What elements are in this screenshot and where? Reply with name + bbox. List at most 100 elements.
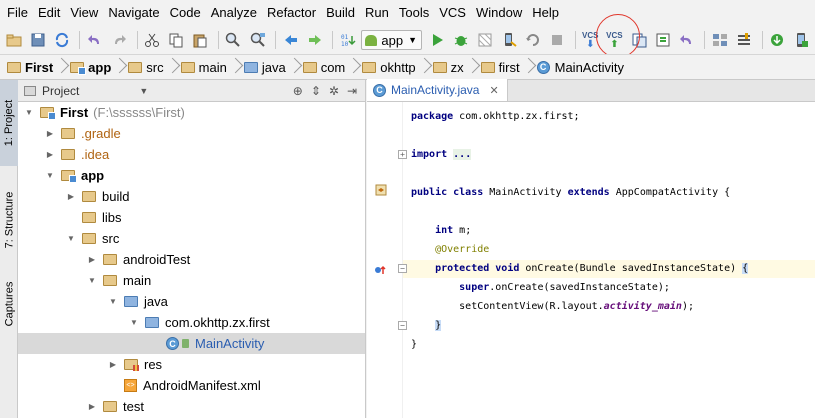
chevron-right-icon[interactable]: ▶ — [45, 129, 55, 139]
collapse-fold-icon[interactable]: − — [398, 321, 407, 330]
cut-icon[interactable] — [142, 29, 163, 51]
sdk-manager-icon[interactable] — [767, 29, 788, 51]
copy-icon[interactable] — [166, 29, 187, 51]
revert-icon[interactable] — [676, 29, 697, 51]
tree-item-build[interactable]: ▶ build — [18, 186, 365, 207]
tree-item-src[interactable]: ▼ src — [18, 228, 365, 249]
tree-item-label: First — [60, 105, 89, 120]
chevron-down-icon[interactable]: ▼ — [66, 234, 76, 244]
chevron-down-icon[interactable]: ▼ — [108, 297, 118, 307]
menu-run[interactable]: Run — [360, 0, 394, 26]
hide-icon[interactable]: ⇥ — [347, 84, 357, 98]
rerun-icon[interactable] — [523, 29, 544, 51]
back-icon[interactable] — [280, 29, 301, 51]
run-config-selector[interactable]: app ▼ — [361, 30, 423, 50]
breadcrumb-item-first[interactable]: First — [4, 57, 56, 77]
code-token: { — [742, 263, 749, 274]
history-icon[interactable] — [652, 29, 673, 51]
chevron-right-icon[interactable]: ▶ — [108, 360, 118, 370]
debug-icon[interactable] — [450, 29, 471, 51]
save-all-icon[interactable] — [27, 29, 48, 51]
forward-icon[interactable] — [304, 29, 325, 51]
locate-icon[interactable]: ⊕ — [293, 84, 303, 98]
menu-bar: File Edit View Navigate Code Analyze Refactor B… — [0, 0, 815, 26]
menu-edit[interactable]: Edit — [33, 0, 65, 26]
tab-structure[interactable]: 7: Structure — [0, 172, 18, 268]
expand-fold-icon[interactable]: + — [398, 150, 407, 159]
chevron-down-icon[interactable]: ▼ — [139, 86, 148, 96]
chevron-right-icon[interactable]: ▶ — [87, 402, 97, 412]
breadcrumb-item-first[interactable]: first — [478, 57, 523, 77]
tree-item-test[interactable]: ▶ test — [18, 396, 365, 417]
replace-icon[interactable] — [247, 29, 268, 51]
settings-icon[interactable] — [733, 29, 754, 51]
breadcrumb-item-app[interactable]: app — [67, 57, 114, 77]
breadcrumb-item-com[interactable]: com — [300, 57, 349, 77]
breadcrumb-label: com — [320, 59, 346, 75]
tree-item-res[interactable]: ▶ res — [18, 354, 365, 375]
menu-navigate[interactable]: Navigate — [103, 0, 164, 26]
menu-code[interactable]: Code — [165, 0, 206, 26]
breadcrumb-item-zx[interactable]: zx — [430, 57, 467, 77]
project-structure-icon[interactable] — [709, 29, 730, 51]
tab-project[interactable]: 1: Project — [0, 80, 18, 166]
tree-item-libs[interactable]: libs — [18, 207, 365, 228]
sync-icon[interactable] — [51, 29, 72, 51]
tree-item-app[interactable]: ▼ app — [18, 165, 365, 186]
menu-help[interactable]: Help — [527, 0, 564, 26]
menu-view[interactable]: View — [65, 0, 103, 26]
code-line: setContentView(R.layout.activity_main); — [411, 298, 694, 316]
tree-item-androidmanifest-xml[interactable]: <> AndroidManifest.xml — [18, 375, 365, 396]
tree-item--idea[interactable]: ▶ .idea — [18, 144, 365, 165]
chevron-down-icon[interactable]: ▼ — [45, 171, 55, 181]
paste-icon[interactable] — [190, 29, 211, 51]
breadcrumb-item-src[interactable]: src — [125, 57, 166, 77]
breadcrumb-item-java[interactable]: java — [241, 57, 289, 77]
find-icon[interactable] — [223, 29, 244, 51]
code-token: .onCreate(savedInstanceState); — [489, 282, 670, 293]
close-icon[interactable]: ✕ — [489, 84, 498, 97]
stop-icon[interactable] — [547, 29, 568, 51]
avd-manager-icon[interactable] — [791, 29, 812, 51]
menu-tools[interactable]: Tools — [394, 0, 434, 26]
collapse-all-icon[interactable]: ⇕ — [311, 84, 321, 98]
tree-item-first[interactable]: ▼ First (F:\ssssss\First) — [18, 102, 365, 123]
editor-tab-mainactivity[interactable]: C MainActivity.java ✕ — [367, 79, 508, 101]
make-project-icon[interactable]: 01 10 — [337, 29, 358, 51]
breadcrumb-item-mainactivity[interactable]: C MainActivity — [534, 57, 627, 77]
tab-captures[interactable]: Captures — [0, 272, 18, 336]
breadcrumb-item-okhttp[interactable]: okhttp — [359, 57, 418, 77]
open-folder-icon[interactable] — [3, 29, 24, 51]
toolbar-separator — [332, 31, 334, 49]
tree-item-com-okhttp-zx-first[interactable]: ▼ com.okhttp.zx.first — [18, 312, 365, 333]
chevron-down-icon[interactable]: ▼ — [24, 108, 34, 118]
tree-item-java[interactable]: ▼ java — [18, 291, 365, 312]
chevron-down-icon[interactable]: ▼ — [129, 318, 139, 328]
chevron-right-icon[interactable]: ▶ — [87, 255, 97, 265]
tree-item--gradle[interactable]: ▶ .gradle — [18, 123, 365, 144]
menu-analyze[interactable]: Analyze — [206, 0, 262, 26]
menu-file[interactable]: File — [2, 0, 33, 26]
run-icon[interactable] — [426, 29, 447, 51]
chevron-right-icon[interactable]: ▶ — [45, 150, 55, 160]
collapse-fold-icon[interactable]: − — [398, 264, 407, 273]
chevron-down-icon[interactable]: ▼ — [87, 276, 97, 286]
gear-icon[interactable]: ✲ — [329, 84, 339, 98]
tree-item-androidtest[interactable]: ▶ androidTest — [18, 249, 365, 270]
override-method-icon[interactable] — [373, 264, 387, 279]
chevron-right-icon[interactable]: ▶ — [66, 192, 76, 202]
project-panel-title[interactable]: Project — [42, 84, 79, 98]
menu-window[interactable]: Window — [471, 0, 527, 26]
tree-item-mainactivity[interactable]: C MainActivity — [18, 333, 365, 354]
menu-refactor[interactable]: Refactor — [262, 0, 321, 26]
code-view[interactable]: + − − package com.okhttp.zx.first; import ..… — [398, 102, 815, 418]
breadcrumb-item-main[interactable]: main — [178, 57, 230, 77]
tree-item-main[interactable]: ▼ main — [18, 270, 365, 291]
coverage-icon[interactable] — [474, 29, 495, 51]
menu-vcs[interactable]: VCS — [434, 0, 471, 26]
undo-icon[interactable] — [84, 29, 105, 51]
redo-icon[interactable] — [108, 29, 129, 51]
apply-changes-icon[interactable] — [498, 29, 519, 51]
menu-build[interactable]: Build — [321, 0, 360, 26]
